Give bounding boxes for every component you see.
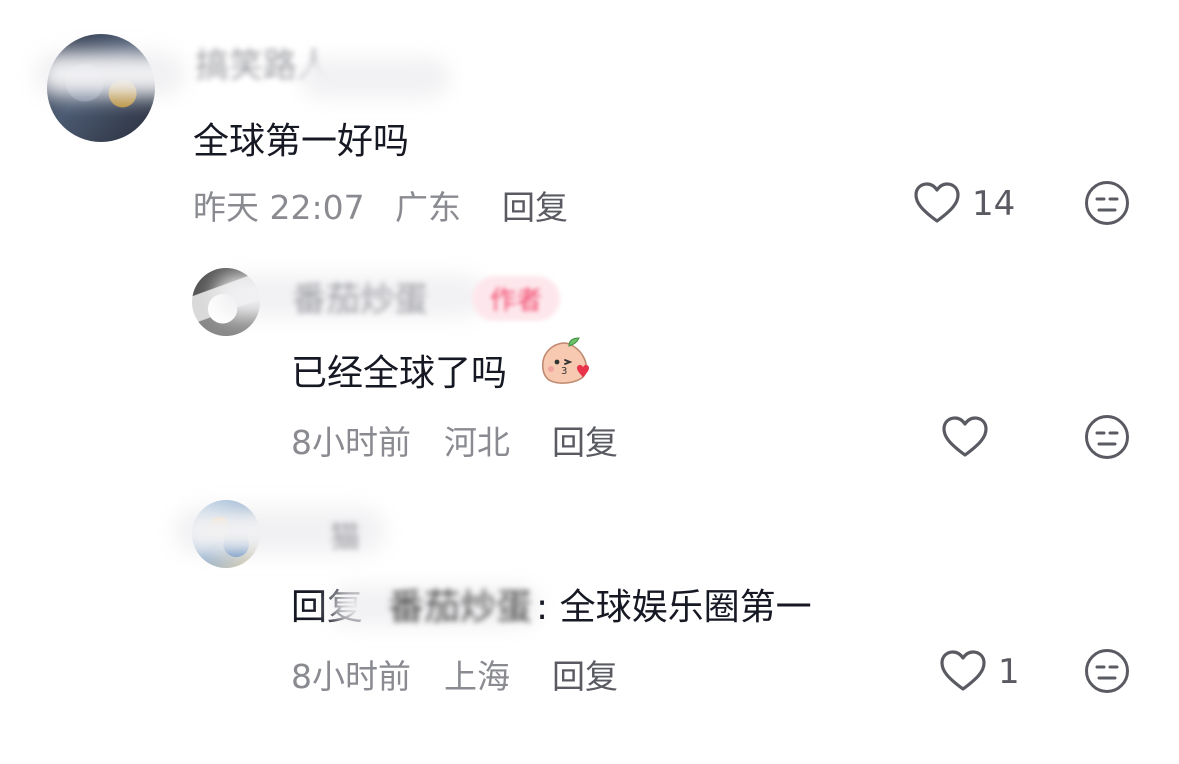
author-badge: 作者 — [472, 276, 561, 321]
heart-outline-icon[interactable] — [914, 182, 960, 224]
username[interactable]: 猫 — [330, 512, 360, 556]
svg-text:3: 3 — [561, 366, 567, 377]
comment-text: 全球第一好吗 — [193, 121, 410, 162]
like-count: 14 — [972, 184, 1016, 224]
comment-text: 已经全球了吗 — [291, 353, 508, 394]
neutral-face-icon[interactable] — [1084, 414, 1130, 460]
comment-text: : 全球娱乐圈第一 — [536, 587, 812, 628]
blur-mask — [300, 58, 450, 98]
kiss-face-emoji: 3 — [539, 336, 593, 390]
comment-time: 8小时前 — [291, 423, 411, 462]
comment-location: 河北 — [444, 423, 510, 462]
comment-location: 上海 — [444, 657, 510, 696]
like-count: 1 — [998, 652, 1020, 692]
reply-button[interactable]: 回复 — [502, 181, 568, 229]
reply-button[interactable]: 回复 — [552, 416, 618, 464]
reply-to-username[interactable]: 番茄炒蛋 — [388, 578, 532, 630]
neutral-face-icon[interactable] — [1084, 648, 1130, 694]
heart-outline-icon[interactable] — [940, 650, 986, 692]
comment-location: 广东 — [395, 188, 461, 227]
comment-time: 昨天 22:07 — [193, 188, 365, 227]
comment-time: 8小时前 — [291, 657, 411, 696]
blur-mask — [35, 52, 185, 96]
neutral-face-icon[interactable] — [1084, 180, 1130, 226]
username[interactable]: 番茄炒蛋 — [292, 272, 428, 321]
heart-outline-icon[interactable] — [942, 416, 988, 458]
reply-button[interactable]: 回复 — [552, 650, 618, 698]
